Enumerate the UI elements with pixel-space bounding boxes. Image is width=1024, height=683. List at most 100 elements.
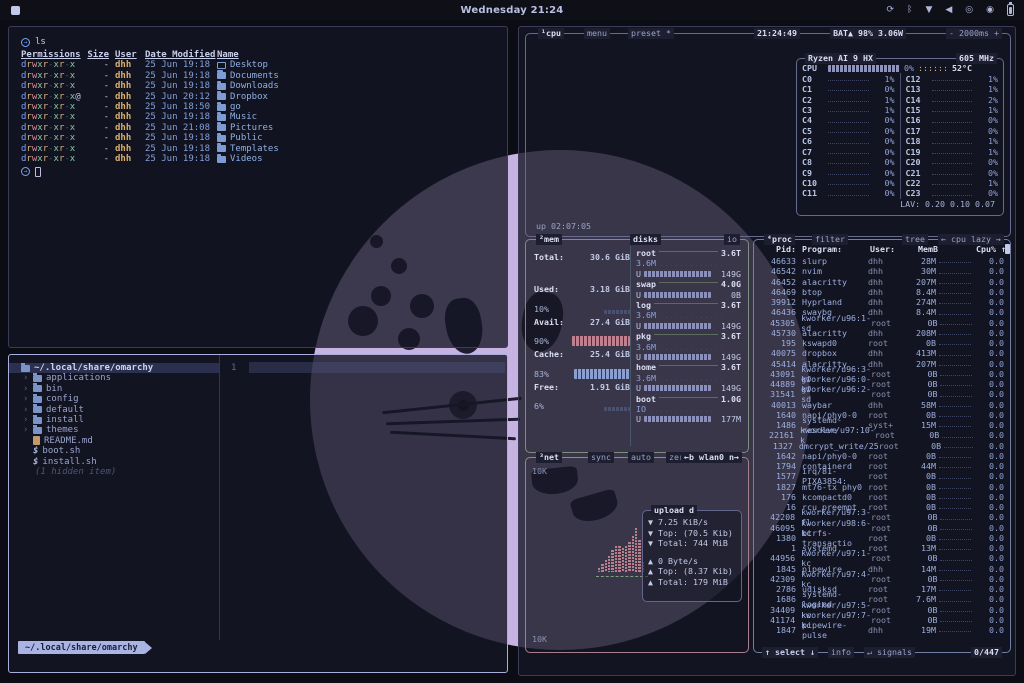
- process-cpu: 0.0: [974, 564, 1004, 574]
- process-row[interactable]: 46436 swaybg dhh 8.4M 0.0: [758, 307, 1004, 317]
- ls-row: drwxr-xr-x - dhh 25 Jun 19:18 Public: [21, 133, 495, 143]
- process-row[interactable]: 176 kcompactd0 root 0B 0.0: [758, 492, 1004, 502]
- process-mem: 30M: [904, 266, 936, 276]
- process-row[interactable]: 46452 alacritty dhh 207M 0.0: [758, 277, 1004, 287]
- process-row[interactable]: 22161 kworker/u97:10-k root 0B 0.0: [758, 430, 1004, 440]
- process-name: btop: [802, 287, 868, 297]
- process-row[interactable]: 46633 slurp dhh 28M 0.0: [758, 256, 1004, 266]
- process-row[interactable]: 46469 btop dhh 8.4M 0.0: [758, 287, 1004, 297]
- net-scale-bottom: 10K: [532, 634, 547, 644]
- process-row[interactable]: 1640 napi/phy0-0 root 0B 0.0: [758, 410, 1004, 420]
- process-user: dhh: [868, 266, 904, 276]
- process-row[interactable]: 43091 kworker/u96:3-gf root 0B 0.0: [758, 369, 1004, 379]
- tree-root-item[interactable]: ~/.local/share/omarchy: [9, 363, 219, 373]
- process-row[interactable]: 1847 pipewire-pulse dhh 19M 0.0: [758, 625, 1004, 635]
- tree-item[interactable]: $ install.sh: [9, 457, 219, 467]
- process-user: root: [871, 318, 906, 328]
- process-row[interactable]: 16 rcu_preempt root 0B 0.0: [758, 502, 1004, 512]
- file-icon: [33, 396, 42, 403]
- ls-user: dhh: [115, 112, 145, 122]
- process-name: alacritty: [802, 277, 868, 287]
- process-pid: 2786: [758, 584, 796, 594]
- tree-item[interactable]: › default: [9, 405, 219, 415]
- disks-title[interactable]: disks: [630, 234, 661, 245]
- process-row[interactable]: 1794 containerd root 44M 0.0: [758, 461, 1004, 471]
- process-mem: 0B: [906, 318, 937, 328]
- ls-name: Documents: [217, 71, 495, 81]
- process-row[interactable]: 1 systemd root 13M 0.0: [758, 543, 1004, 553]
- tree-item[interactable]: › themes: [9, 425, 219, 435]
- process-row[interactable]: 1380 btrfs-transactio root 0B 0.0: [758, 533, 1004, 543]
- sync-toggle[interactable]: sync: [588, 452, 614, 463]
- process-row[interactable]: 34409 kworker/u97:5-kc root 0B 0.0: [758, 605, 1004, 615]
- process-mem: 0B: [906, 379, 937, 389]
- info-hint[interactable]: info: [828, 647, 854, 658]
- process-row[interactable]: 40013 waybar dhh 58M 0.0: [758, 400, 1004, 410]
- process-user: root: [868, 543, 904, 553]
- process-row[interactable]: 1845 pipewire dhh 14M 0.0: [758, 564, 1004, 574]
- tree-item[interactable]: › bin: [9, 384, 219, 394]
- disk-used-meter: [644, 271, 711, 277]
- tree-item[interactable]: › config: [9, 394, 219, 404]
- process-row[interactable]: 45305 kworker/u96:1-sd root 0B 0.0: [758, 318, 1004, 328]
- wifi-icon[interactable]: ▼: [925, 0, 932, 20]
- process-row[interactable]: 1327 dmcrypt_write/25 root 0B 0.0: [758, 441, 1004, 451]
- process-row[interactable]: 31541 kworker/u96:2-sd root 0B 0.0: [758, 389, 1004, 399]
- terminal-window[interactable]: → ls Permissions Size User Date Modified…: [8, 26, 508, 348]
- tree-items: › applications › bin › config ›: [9, 373, 219, 467]
- process-row[interactable]: 1642 napi/phy0-0 root 0B 0.0: [758, 451, 1004, 461]
- graph-bar: [608, 556, 610, 572]
- system-monitor-window[interactable]: ¹cpu menu preset * 21:24:49 BAT▲ 98% 3.0…: [518, 26, 1016, 676]
- volume-icon[interactable]: ◀: [945, 0, 952, 20]
- pane-divider[interactable]: [219, 355, 220, 640]
- ls-name: go: [217, 102, 495, 112]
- select-hint[interactable]: ↑ select ↓: [762, 647, 818, 658]
- process-row[interactable]: 45414 alacritty dhh 207M 0.0: [758, 359, 1004, 369]
- process-row[interactable]: 44956 kworker/u97:1-kc root 0B 0.0: [758, 553, 1004, 563]
- core-row: C10 0%: [797, 178, 900, 188]
- process-row[interactable]: 39912 Hyprland dhh 274M 0.0: [758, 297, 1004, 307]
- process-row[interactable]: 40075 dropbox dhh 413M 0.0: [758, 348, 1004, 358]
- tree-item[interactable]: › applications: [9, 373, 219, 383]
- ls-size: -: [83, 92, 115, 102]
- bluetooth-icon[interactable]: ᛒ: [907, 0, 912, 20]
- prompt-row-empty[interactable]: →: [21, 166, 495, 177]
- process-row[interactable]: 44889 kworker/u96:0-gf root 0B 0.0: [758, 379, 1004, 389]
- interface-selector[interactable]: ←b wlan0 n→: [681, 452, 742, 463]
- ls-size: -: [83, 133, 115, 143]
- ls-body: drwxr-xr-x - dhh 25 Jun 19:18 Desktop dr…: [21, 60, 495, 164]
- cpu-total-row: CPU 0% :::::: 52°C: [797, 63, 1003, 73]
- io-toggle[interactable]: io: [724, 234, 740, 245]
- process-row[interactable]: 195 kswapd0 root 0B 0.0: [758, 338, 1004, 348]
- auto-toggle[interactable]: auto: [628, 452, 654, 463]
- process-row[interactable]: 42208 kworker/u97:3-fl root 0B 0.0: [758, 512, 1004, 522]
- proc-scrollbar[interactable]: [1005, 244, 1010, 254]
- recorder-icon[interactable]: ◎: [965, 0, 973, 20]
- process-row[interactable]: 45730 alacritty dhh 208M 0.0: [758, 328, 1004, 338]
- battery-icon[interactable]: [1007, 4, 1014, 16]
- update-icon[interactable]: ⟳: [886, 0, 894, 20]
- process-row[interactable]: 1577 irq/81-PIXA3854: root 0B 0.0: [758, 471, 1004, 481]
- graph-bar: [605, 560, 607, 572]
- tree-item[interactable]: › install: [9, 415, 219, 425]
- tree-item[interactable]: $ boot.sh: [9, 446, 219, 456]
- signals-hint[interactable]: ↵ signals: [864, 647, 915, 658]
- process-pid: 40013: [758, 400, 796, 410]
- disk-used-meter: [644, 292, 711, 298]
- process-row[interactable]: 1486 systemd-resolve syst+ 15M 0.0: [758, 420, 1004, 430]
- preset-button[interactable]: preset *: [628, 28, 674, 39]
- file-icon: [33, 427, 42, 434]
- process-row[interactable]: 46542 nvim dhh 30M 0.0: [758, 266, 1004, 276]
- process-row[interactable]: 42309 kworker/u97:4-kc root 0B 0.0: [758, 574, 1004, 584]
- tree-item[interactable]: README.md: [9, 436, 219, 446]
- menu-button[interactable]: menu: [584, 28, 610, 39]
- process-row[interactable]: 2786 udisksd root 17M 0.0: [758, 584, 1004, 594]
- editor-window[interactable]: ~/.local/share/omarchy › applications › …: [8, 354, 508, 673]
- refresh-interval-control[interactable]: - 2000ms +: [946, 28, 1002, 39]
- process-row[interactable]: 1686 systemd-logind root 7.6M 0.0: [758, 594, 1004, 604]
- process-row[interactable]: 1827 mt76-tx phy0 root 0B 0.0: [758, 482, 1004, 492]
- process-row[interactable]: 41174 kworker/u97:7-kc root 0B 0.0: [758, 615, 1004, 625]
- idle-inhibitor-icon[interactable]: ◉: [986, 0, 994, 20]
- process-row[interactable]: 46095 kworker/u98:6-kc root 0B 0.0: [758, 523, 1004, 533]
- mem-stat-percent: 10%: [534, 304, 549, 314]
